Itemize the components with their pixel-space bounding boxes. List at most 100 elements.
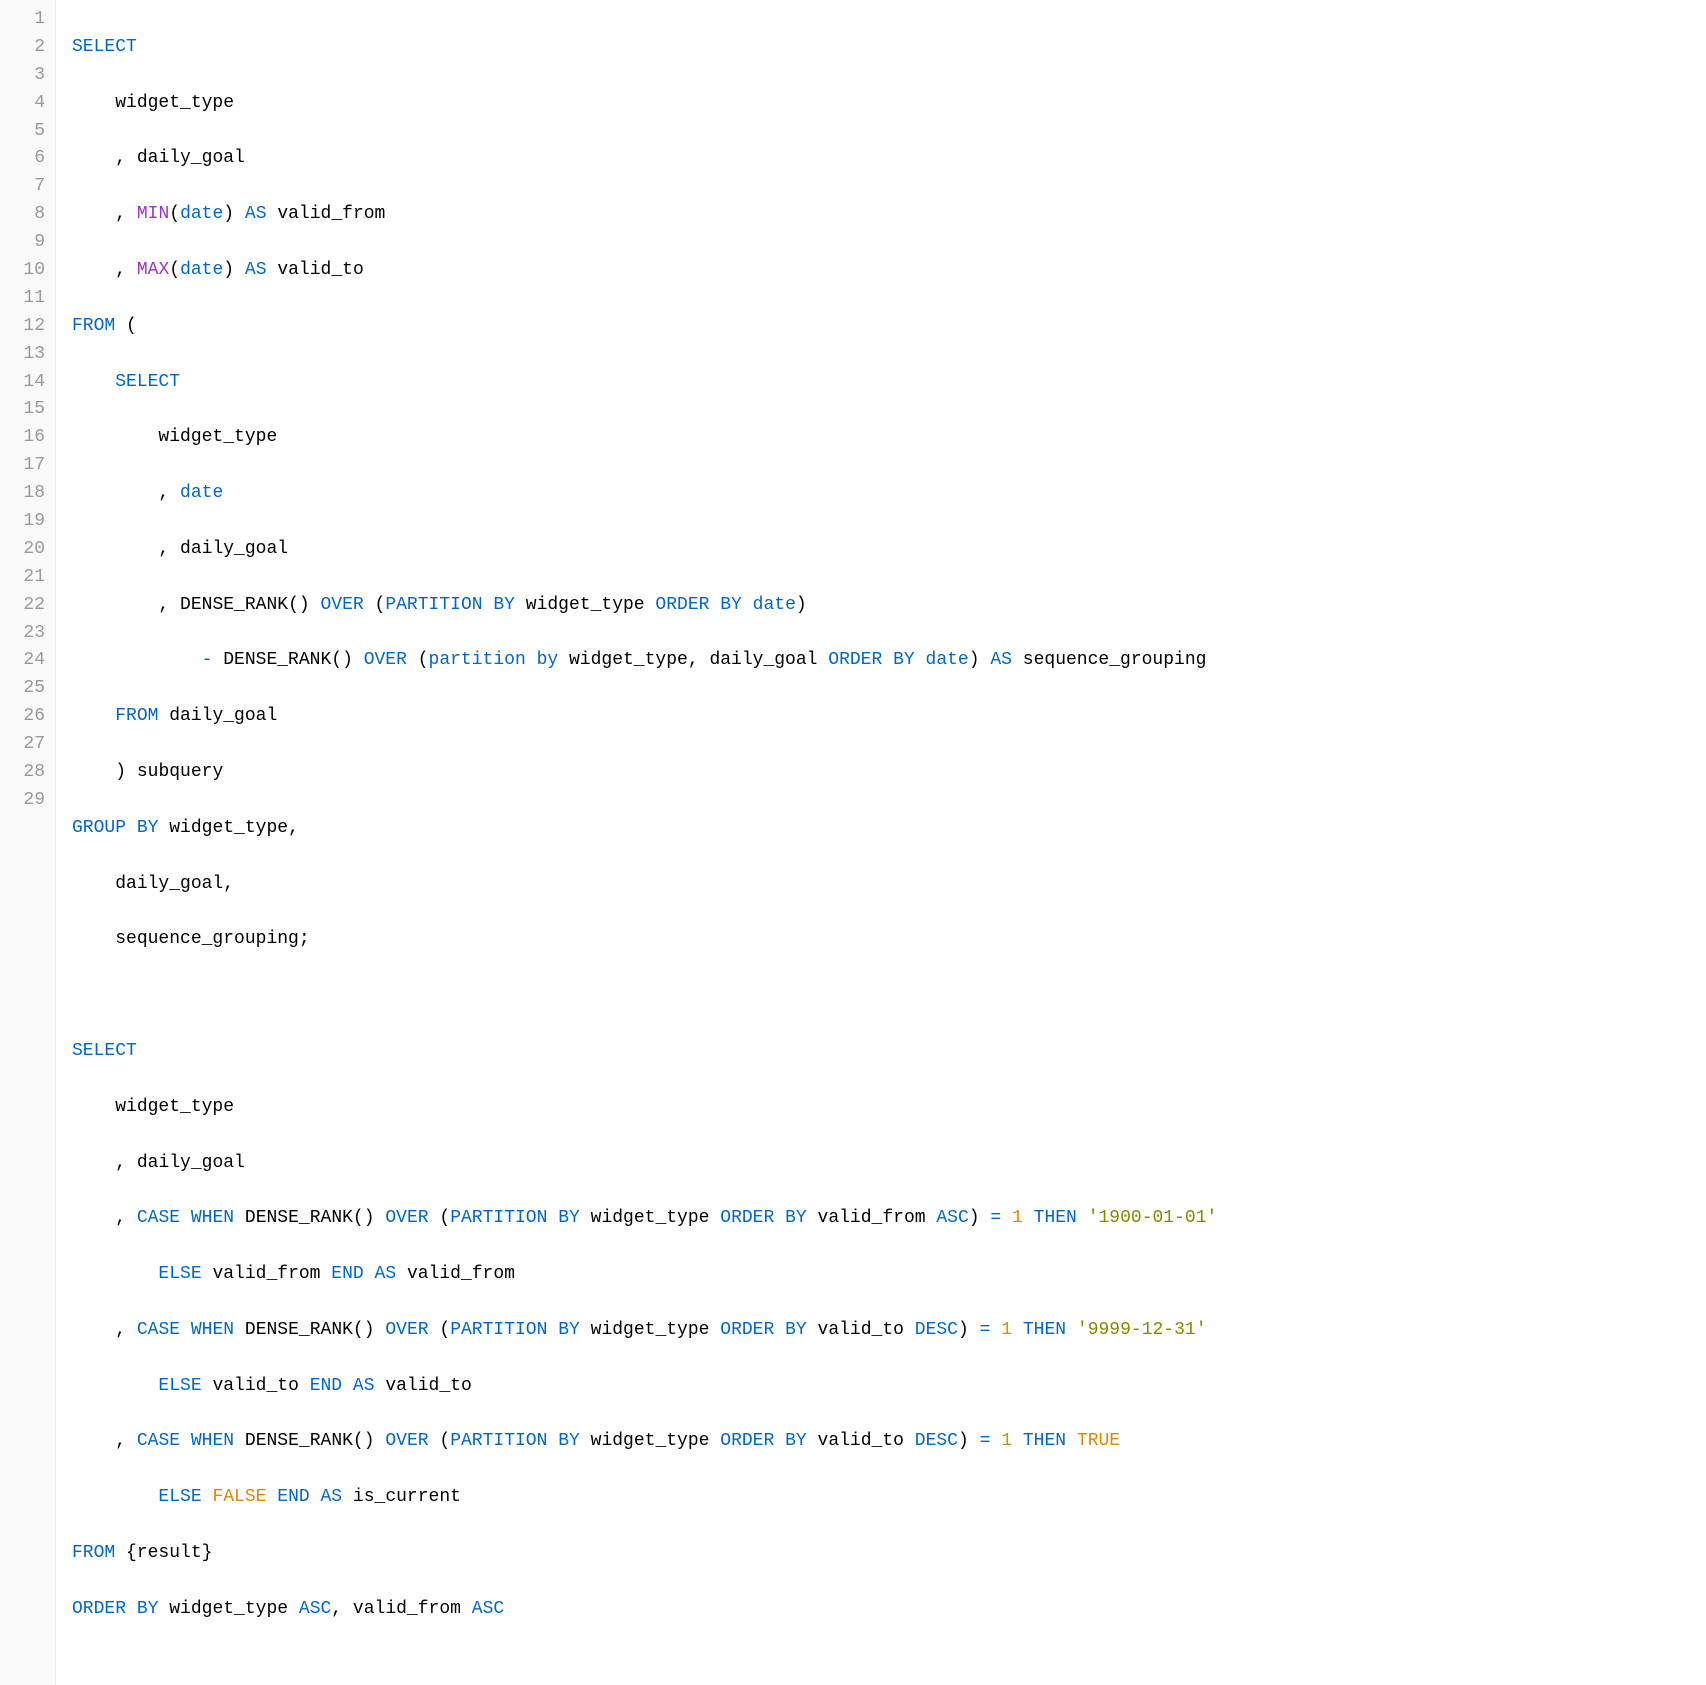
- punct: (: [169, 260, 180, 280]
- line-number: 9: [16, 229, 45, 257]
- operator: =: [990, 1208, 1001, 1228]
- line-number: 21: [16, 564, 45, 592]
- function: MAX: [137, 260, 169, 280]
- punct: ): [796, 595, 807, 615]
- identifier: valid_to: [818, 1320, 904, 1340]
- punct: ): [958, 1431, 969, 1451]
- line-number: 12: [16, 313, 45, 341]
- punct: ,: [115, 148, 126, 168]
- function-call: DENSE_RANK(): [245, 1431, 375, 1451]
- keyword: OVER: [385, 1320, 428, 1340]
- keyword: AS: [245, 204, 267, 224]
- boolean: TRUE: [1077, 1431, 1120, 1451]
- number: 1: [1001, 1431, 1012, 1451]
- identifier: date: [926, 650, 969, 670]
- identifier: valid_from: [277, 204, 385, 224]
- identifier: date: [180, 204, 223, 224]
- code-line: FROM daily_goal: [72, 703, 1690, 731]
- punct: ): [223, 204, 234, 224]
- line-number: 7: [16, 173, 45, 201]
- line-number: 4: [16, 90, 45, 118]
- code-line: ELSE valid_from END AS valid_from: [72, 1261, 1690, 1289]
- punct: ,: [688, 650, 699, 670]
- keyword: AS: [245, 260, 267, 280]
- identifier: {result}: [126, 1543, 212, 1563]
- keyword: FROM: [115, 706, 158, 726]
- line-number: 26: [16, 703, 45, 731]
- identifier: date: [180, 483, 223, 503]
- keyword: ELSE: [158, 1264, 201, 1284]
- keyword: PARTITION: [450, 1320, 547, 1340]
- identifier: date: [753, 595, 796, 615]
- line-number-gutter: 1 2 3 4 5 6 7 8 9 10 11 12 13 14 15 16 1…: [0, 0, 56, 1685]
- punct: ,: [115, 1431, 126, 1451]
- string: '9999-12-31': [1077, 1320, 1207, 1340]
- line-number: 22: [16, 592, 45, 620]
- code-line: ELSE valid_to END AS valid_to: [72, 1373, 1690, 1401]
- code-line: , MAX(date) AS valid_to: [72, 257, 1690, 285]
- punct: ): [223, 260, 234, 280]
- identifier: valid_from: [407, 1264, 515, 1284]
- keyword: PARTITION: [450, 1208, 547, 1228]
- code-line: [72, 982, 1690, 1010]
- punct: (: [439, 1208, 450, 1228]
- keyword: ASC: [299, 1599, 331, 1619]
- keyword: WHEN: [191, 1431, 234, 1451]
- code-line: widget_type: [72, 90, 1690, 118]
- code-line: SELECT: [72, 369, 1690, 397]
- code-content[interactable]: SELECT widget_type , daily_goal , MIN(da…: [56, 0, 1706, 1685]
- keyword: AS: [353, 1376, 375, 1396]
- keyword: PARTITION: [385, 595, 482, 615]
- line-number: 29: [16, 787, 45, 815]
- keyword: SELECT: [72, 37, 137, 57]
- identifier: valid_to: [277, 260, 363, 280]
- code-block: 1 2 3 4 5 6 7 8 9 10 11 12 13 14 15 16 1…: [0, 0, 1706, 1685]
- line-number: 8: [16, 201, 45, 229]
- keyword: PARTITION: [450, 1431, 547, 1451]
- keyword: by: [537, 650, 559, 670]
- code-line: SELECT: [72, 1038, 1690, 1066]
- punct: ,: [115, 1153, 126, 1173]
- line-number: 14: [16, 369, 45, 397]
- keyword: ASC: [472, 1599, 504, 1619]
- operator: =: [980, 1431, 991, 1451]
- punct: ): [958, 1320, 969, 1340]
- code-line: , DENSE_RANK() OVER (PARTITION BY widget…: [72, 592, 1690, 620]
- punct: ,: [158, 483, 169, 503]
- line-number: 3: [16, 62, 45, 90]
- function-call: DENSE_RANK(): [245, 1320, 375, 1340]
- line-number: 28: [16, 759, 45, 787]
- line-number: 20: [16, 536, 45, 564]
- function-call: DENSE_RANK(): [180, 595, 310, 615]
- keyword: BY: [785, 1208, 807, 1228]
- line-number: 18: [16, 480, 45, 508]
- keyword: FROM: [72, 316, 115, 336]
- punct: (: [169, 204, 180, 224]
- keyword: CASE: [137, 1431, 180, 1451]
- line-number: 13: [16, 341, 45, 369]
- punct: ,: [288, 818, 299, 838]
- keyword: ORDER: [720, 1431, 774, 1451]
- keyword: AS: [375, 1264, 397, 1284]
- code-line: FROM (: [72, 313, 1690, 341]
- identifier: sequence_grouping: [1023, 650, 1207, 670]
- identifier: valid_to: [818, 1431, 904, 1451]
- identifier: widget_type: [569, 650, 688, 670]
- punct: ,: [115, 1320, 126, 1340]
- keyword: THEN: [1023, 1320, 1066, 1340]
- identifier: widget_type: [115, 1097, 234, 1117]
- boolean: FALSE: [212, 1487, 266, 1507]
- line-number: 2: [16, 34, 45, 62]
- code-line: GROUP BY widget_type,: [72, 815, 1690, 843]
- code-line: , CASE WHEN DENSE_RANK() OVER (PARTITION…: [72, 1205, 1690, 1233]
- string: '1900-01-01': [1088, 1208, 1218, 1228]
- line-number: 19: [16, 508, 45, 536]
- code-line: , daily_goal: [72, 145, 1690, 173]
- keyword: OVER: [385, 1431, 428, 1451]
- identifier: daily_goal: [709, 650, 817, 670]
- punct: ;: [299, 929, 310, 949]
- keyword: ORDER: [720, 1320, 774, 1340]
- keyword: BY: [137, 818, 159, 838]
- identifier: daily_goal: [137, 1153, 245, 1173]
- keyword: ORDER: [72, 1599, 126, 1619]
